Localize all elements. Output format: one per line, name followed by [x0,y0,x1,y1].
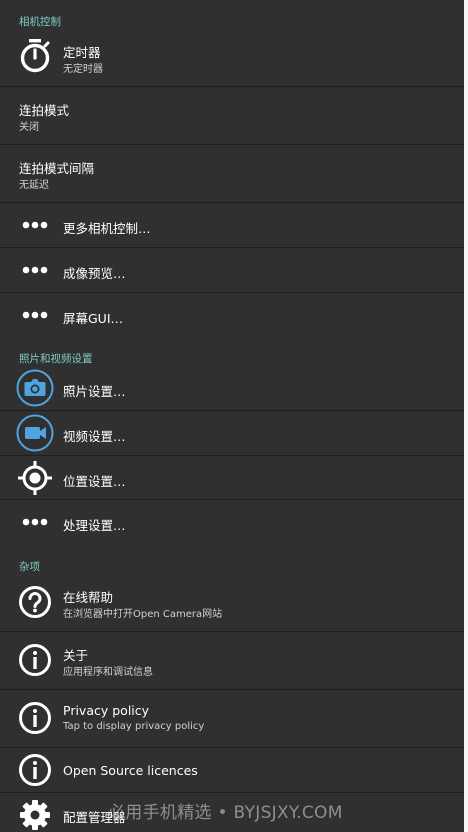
pref-title: 关于 [63,648,89,663]
pref-title: 连拍模式间隔 [19,161,95,176]
pref-online-help[interactable]: 在线帮助 在浏览器中打开Open Camera网站 [0,574,464,631]
pref-processing-settings[interactable]: 处理设置… [0,500,464,544]
pref-burst-interval[interactable]: 连拍模式间隔 无延迟 [0,145,464,202]
pref-title: 定时器 [63,45,101,60]
section-header-camera-controls: 相机控制 [19,16,61,28]
gear-icon [20,800,50,830]
pref-about[interactable]: 关于 应用程序和调试信息 [0,632,464,689]
pref-location-settings[interactable]: 位置设置… [0,456,464,499]
pref-title: 位置设置… [63,474,126,489]
right-edge-bar [464,0,468,832]
pref-privacy-policy[interactable]: Privacy policy Tap to display privacy po… [0,690,464,747]
pref-photo-settings[interactable]: 照片设置… [0,366,464,410]
pref-screen-gui[interactable]: 屏幕GUI… [0,293,464,337]
pref-title: 屏幕GUI… [63,311,124,326]
pref-title: 照片设置… [63,384,126,399]
pref-title: Open Source licences [63,763,198,778]
pref-more-camera-controls[interactable]: 更多相机控制… [0,203,464,247]
info-icon [19,702,51,734]
pref-subtitle: 在浏览器中打开Open Camera网站 [63,609,223,620]
pref-subtitle: 无定时器 [63,64,103,75]
pref-title: Privacy policy [63,703,150,718]
pref-subtitle: 关闭 [19,122,39,133]
more-dots-icon [22,311,48,319]
pref-burst-mode[interactable]: 连拍模式 关闭 [0,87,464,144]
pref-title: 处理设置… [63,518,126,533]
help-icon [19,586,51,618]
gps-icon [18,461,52,495]
info-icon [19,644,51,676]
pref-title: 在线帮助 [63,590,114,605]
watermark-text: 必用手机精选 • BYJSJXY.COM [108,803,343,823]
section-header-photo-video: 照片和视频设置 [19,353,93,365]
pref-title: 成像预览… [63,266,126,281]
section-header-misc: 杂项 [19,561,40,573]
more-dots-icon [22,266,48,274]
pref-subtitle: 无延迟 [19,180,49,191]
timer-icon [20,39,50,73]
pref-subtitle: 应用程序和调试信息 [63,667,153,678]
pref-title: 视频设置… [63,429,126,444]
pref-title: 更多相机控制… [63,221,151,236]
info-icon [19,754,51,786]
pref-preview[interactable]: 成像预览… [0,248,464,292]
more-dots-icon [22,518,48,526]
pref-video-settings[interactable]: 视频设置… [0,411,464,455]
videocam-icon [16,414,54,452]
pref-open-source-licences[interactable]: Open Source licences [0,748,464,792]
camera-icon [16,369,54,407]
pref-subtitle: Tap to display privacy policy [63,721,205,732]
pref-timer[interactable]: 定时器 无定时器 [0,29,464,86]
more-dots-icon [22,221,48,229]
pref-title: 连拍模式 [19,103,70,118]
